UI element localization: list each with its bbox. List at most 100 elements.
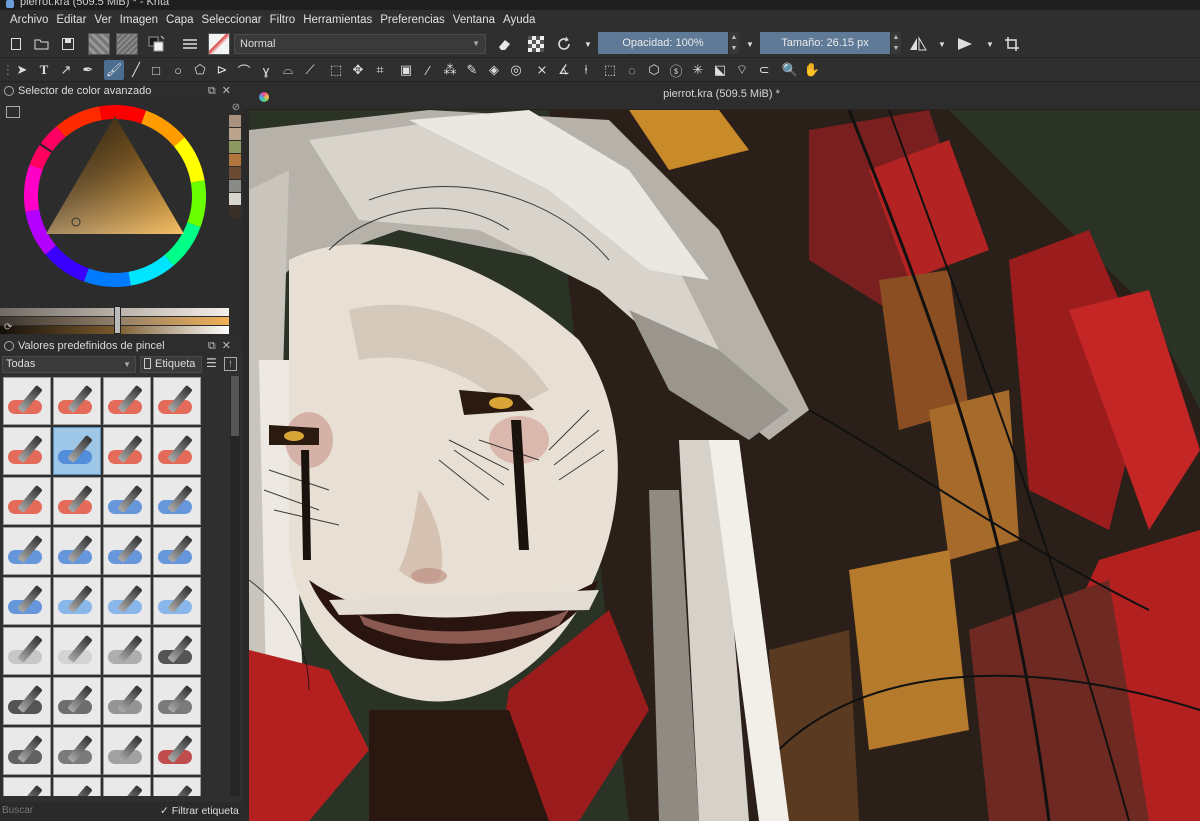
history-color-swatch[interactable] [229,128,241,140]
menu-ayuda[interactable]: Ayuda [499,14,539,26]
docker-float-close-icon[interactable]: ⧉✕ [208,336,237,356]
fg-bg-color-icon[interactable] [146,34,166,54]
menu-capa[interactable]: Capa [162,14,198,26]
colorize-mask-tool-icon[interactable]: ✎ [462,60,482,80]
brush-preset-item[interactable] [53,727,101,775]
wrap-around-icon[interactable] [1002,34,1022,54]
brush-preset-item[interactable] [103,427,151,475]
menu-preferencias[interactable]: Preferencias [376,14,449,26]
brush-preset-item[interactable] [3,577,51,625]
brush-search-input[interactable]: Buscar [2,805,152,819]
brush-category-select[interactable]: Todas ▼ [2,356,136,373]
line-tool-icon[interactable]: ╱ [126,60,146,80]
document-tab[interactable]: pierrot.kra (509.5 MiB) * [243,88,1200,100]
menu-archivo[interactable]: Archivo [6,14,52,26]
polygon-selection-tool-icon[interactable]: ⬡ [644,60,664,80]
transform-tool-icon[interactable]: ⬚ [326,60,346,80]
menu-herramientas[interactable]: Herramientas [299,14,376,26]
brush-preset-item[interactable] [103,377,151,425]
brush-preset-item[interactable] [3,727,51,775]
move-tool-icon[interactable]: ✥ [348,60,368,80]
assistant-tool-icon[interactable]: ⨯ [532,60,552,80]
fill-tool-icon[interactable]: ◈ [484,60,504,80]
bezier-curve-tool-icon[interactable]: ⌒ [234,60,254,80]
polyline-tool-icon[interactable]: ⊳ [212,60,232,80]
color-picker-tool-icon[interactable]: ⁄ [418,60,438,80]
brush-preset-item[interactable] [153,527,201,575]
bezier-selection-tool-icon[interactable]: ⌔ [732,60,752,80]
brush-preset-item[interactable] [53,677,101,725]
brush-preset-item[interactable] [103,577,151,625]
menu-filtro[interactable]: Filtro [266,14,300,26]
calligraphy-tool-icon[interactable]: ✒ [78,60,98,80]
brush-preset-item[interactable] [3,477,51,525]
new-document-icon[interactable] [6,34,26,54]
menu-imagen[interactable]: Imagen [116,14,162,26]
brush-preset-item[interactable] [103,777,151,796]
brush-preset-item[interactable] [3,427,51,475]
brush-preset-item[interactable] [53,427,101,475]
brush-preset-item[interactable] [3,677,51,725]
brush-preset-item[interactable] [153,777,201,796]
edit-shapes-tool-icon[interactable]: ↗ [56,60,76,80]
pan-tool-icon[interactable]: ✋ [802,60,822,80]
select-shapes-tool-icon[interactable]: ➤ [12,60,32,80]
brush-preset-item[interactable] [53,527,101,575]
menu-ver[interactable]: Ver [90,14,115,26]
docker-float-close-icon[interactable]: ⧉✕ [208,82,237,100]
brush-preset-item[interactable] [53,577,101,625]
pattern-texture-icon[interactable] [116,33,138,55]
brush-size-slider[interactable]: Tamaño: 26.15 px [760,32,890,54]
history-color-swatch[interactable] [229,167,241,179]
brush-preset-item[interactable] [53,627,101,675]
brush-preset-item[interactable] [103,627,151,675]
history-color-swatch[interactable] [229,115,241,127]
brush-preset-item[interactable] [153,727,201,775]
reference-images-tool-icon[interactable]: ⍿ [576,60,596,80]
magnetic-selection-tool-icon[interactable]: ⊂ [754,60,774,80]
chevron-down-icon[interactable]: ▼ [980,34,1000,54]
history-color-swatch[interactable] [229,206,241,218]
mirror-vertical-icon[interactable] [956,34,976,54]
brush-preset-item[interactable] [53,377,101,425]
brush-preset-item[interactable] [153,677,201,725]
refresh-icon[interactable]: ⟳ [4,322,12,333]
chevron-down-icon[interactable]: ▼ [932,34,952,54]
reload-preset-icon[interactable] [554,34,574,54]
history-color-swatch[interactable] [229,193,241,205]
eraser-mode-icon[interactable] [494,34,514,54]
enclose-fill-tool-icon[interactable]: ◎ [506,60,526,80]
history-color-swatch[interactable] [229,180,241,192]
brush-preset-item[interactable] [103,727,151,775]
tag-button[interactable]: Etiqueta [140,356,202,373]
brush-preset-item[interactable] [153,627,201,675]
list-view-icon[interactable]: ☰ [206,356,217,370]
brush-preset-item[interactable] [153,427,201,475]
brush-preset-item[interactable] [103,677,151,725]
history-color-swatch[interactable] [229,154,241,166]
brush-preset-item[interactable] [3,627,51,675]
multibrush-tool-icon[interactable]: ⟋ [300,60,320,80]
menu-ventana[interactable]: Ventana [449,14,499,26]
rect-selection-tool-icon[interactable]: ⬚ [600,60,620,80]
alpha-lock-icon[interactable] [526,34,546,54]
menu-seleccionar[interactable]: Seleccionar [198,14,266,26]
save-icon[interactable] [58,34,78,54]
shade-slider-handle[interactable] [114,306,121,334]
brush-preset-item[interactable] [153,377,201,425]
brush-preset-item[interactable] [103,477,151,525]
freehand-path-tool-icon[interactable]: ɣ [256,60,276,80]
brush-preset-item[interactable] [153,577,201,625]
open-folder-icon[interactable] [32,34,52,54]
brush-options-icon[interactable]: ! [224,357,237,371]
gradient-tool-icon[interactable]: ▣ [396,60,416,80]
opacity-spin-icon[interactable]: ▲ ▼ [729,32,739,54]
size-spin-icon[interactable]: ▲ ▼ [891,32,901,54]
brush-preset-item[interactable] [3,777,51,796]
brush-preset-item[interactable] [103,527,151,575]
ellipse-tool-icon[interactable]: ○ [168,60,188,80]
brush-preset-item[interactable] [3,527,51,575]
brush-preset-item[interactable] [53,777,101,796]
freehand-brush-tool-icon[interactable]: 🖌 [104,60,124,80]
painting-canvas[interactable] [249,110,1200,821]
